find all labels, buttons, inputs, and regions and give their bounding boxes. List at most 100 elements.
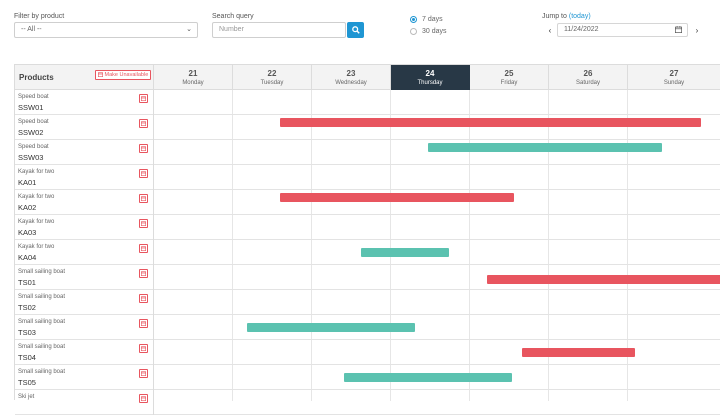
calendar-icon[interactable]: [675, 26, 682, 38]
search-button[interactable]: [347, 22, 364, 38]
calendar-icon[interactable]: [139, 369, 148, 378]
filter-product-label: Filter by product: [14, 13, 65, 20]
day-weekday: Friday: [500, 80, 518, 86]
calendar-icon: [97, 71, 104, 77]
product-row[interactable]: Kayak for two KA04: [15, 240, 720, 265]
next-date-button[interactable]: ›: [690, 23, 704, 37]
calendar-icon[interactable]: [139, 344, 148, 353]
reservation-bar[interactable]: [428, 143, 662, 152]
product-row[interactable]: Speed boat SSW02: [15, 115, 720, 140]
search-label: Search query: [212, 13, 254, 20]
day-weekday: Monday: [182, 80, 204, 86]
product-row[interactable]: Ski jet: [15, 390, 720, 415]
calendar-icon[interactable]: [139, 194, 148, 203]
calendar-icon[interactable]: [139, 219, 148, 228]
day-number: 23: [346, 69, 356, 78]
chevron-down-icon: ⌄: [186, 26, 192, 33]
product-row[interactable]: Small sailing boat TS04: [15, 340, 720, 365]
product-cell: Speed boat SSW02: [15, 115, 154, 140]
reservation-bar[interactable]: [522, 348, 635, 357]
day-header-26: 26 Saturday: [549, 65, 628, 90]
product-cell: Speed boat SSW01: [15, 90, 154, 115]
product-code: TS04: [18, 353, 36, 362]
day-number: 22: [267, 69, 277, 78]
prev-date-button[interactable]: ‹: [543, 23, 557, 37]
jump-to-label: Jump to (today): [542, 13, 591, 20]
radio-30-days-label: 30 days: [422, 28, 447, 35]
product-code: KA03: [18, 228, 37, 237]
make-unavailable-label: Make Unavailable: [104, 72, 149, 78]
radio-30-days[interactable]: 30 days: [410, 28, 447, 35]
calendar-icon[interactable]: [139, 269, 148, 278]
product-type: Small sailing boat: [18, 344, 66, 350]
date-input[interactable]: 11/24/2022: [557, 23, 688, 37]
day-header-22: 22 Tuesday: [233, 65, 312, 90]
reservation-bar[interactable]: [344, 373, 512, 382]
product-type: Speed boat: [18, 119, 49, 125]
product-row[interactable]: Small sailing boat TS01: [15, 265, 720, 290]
chevron-right-icon: ›: [695, 25, 699, 35]
product-row[interactable]: Kayak for two KA01: [15, 165, 720, 190]
calendar-icon[interactable]: [139, 394, 148, 403]
product-type: Speed boat: [18, 94, 49, 100]
reservation-bar[interactable]: [247, 323, 415, 332]
calendar-icon[interactable]: [139, 169, 148, 178]
search-input[interactable]: Number: [212, 22, 346, 38]
product-code: SSW03: [18, 153, 44, 162]
product-select[interactable]: -- All -- ⌄: [14, 22, 198, 38]
chevron-left-icon: ‹: [548, 25, 552, 35]
calendar-icon[interactable]: [139, 119, 148, 128]
product-code: KA01: [18, 178, 37, 187]
day-number: 26: [583, 69, 593, 78]
product-code: TS03: [18, 328, 36, 337]
day-number: 21: [188, 69, 198, 78]
product-code: SSW02: [18, 128, 44, 137]
product-type: Small sailing boat: [18, 369, 66, 375]
calendar-icon[interactable]: [139, 244, 148, 253]
calendar-icon[interactable]: [139, 144, 148, 153]
calendar-icon[interactable]: [139, 319, 148, 328]
product-cell: Kayak for two KA01: [15, 165, 154, 190]
product-code: TS01: [18, 278, 36, 287]
radio-7-days[interactable]: 7 days: [410, 16, 443, 23]
product-type: Kayak for two: [18, 244, 55, 250]
day-weekday: Thursday: [417, 80, 443, 86]
product-code: TS05: [18, 378, 36, 387]
day-number: 24: [425, 69, 435, 78]
product-type: Kayak for two: [18, 194, 55, 200]
day-weekday: Wednesday: [335, 80, 367, 86]
day-weekday: Tuesday: [260, 80, 284, 86]
product-type: Small sailing boat: [18, 269, 66, 275]
product-row[interactable]: Small sailing boat TS05: [15, 365, 720, 390]
day-header-27: 27 Sunday: [628, 65, 720, 90]
calendar-icon[interactable]: [139, 294, 148, 303]
product-cell: Kayak for two KA04: [15, 240, 154, 265]
product-row[interactable]: Speed boat SSW03: [15, 140, 720, 165]
reservation-bar[interactable]: [361, 248, 449, 257]
today-link[interactable]: (today): [569, 13, 591, 20]
products-header: Products Make Unavailable: [15, 65, 154, 90]
product-type: Kayak for two: [18, 169, 55, 175]
reservation-bar[interactable]: [487, 275, 720, 284]
product-row[interactable]: Kayak for two KA03: [15, 215, 720, 240]
reservation-bar[interactable]: [280, 193, 514, 202]
scheduler-grid: Products Make Unavailable 21 Monday 22 T…: [14, 64, 720, 415]
product-type: Speed boat: [18, 144, 49, 150]
products-header-title: Products: [19, 73, 54, 82]
search-icon: [351, 26, 360, 34]
product-code: KA02: [18, 203, 37, 212]
product-cell: Kayak for two KA03: [15, 215, 154, 240]
radio-checked-icon: [410, 16, 417, 23]
day-weekday: Saturday: [575, 80, 600, 86]
date-input-value: 11/24/2022: [564, 26, 599, 33]
product-row[interactable]: Small sailing boat TS03: [15, 315, 720, 340]
reservation-bar[interactable]: [280, 118, 701, 127]
calendar-icon[interactable]: [139, 94, 148, 103]
day-header-21: 21 Monday: [154, 65, 233, 90]
product-row[interactable]: Small sailing boat TS02: [15, 290, 720, 315]
make-unavailable-button[interactable]: Make Unavailable: [95, 70, 152, 80]
product-row[interactable]: Speed boat SSW01: [15, 90, 720, 115]
product-row[interactable]: Kayak for two KA02: [15, 190, 720, 215]
product-code: KA04: [18, 253, 37, 262]
day-header-25: 25 Friday: [470, 65, 549, 90]
